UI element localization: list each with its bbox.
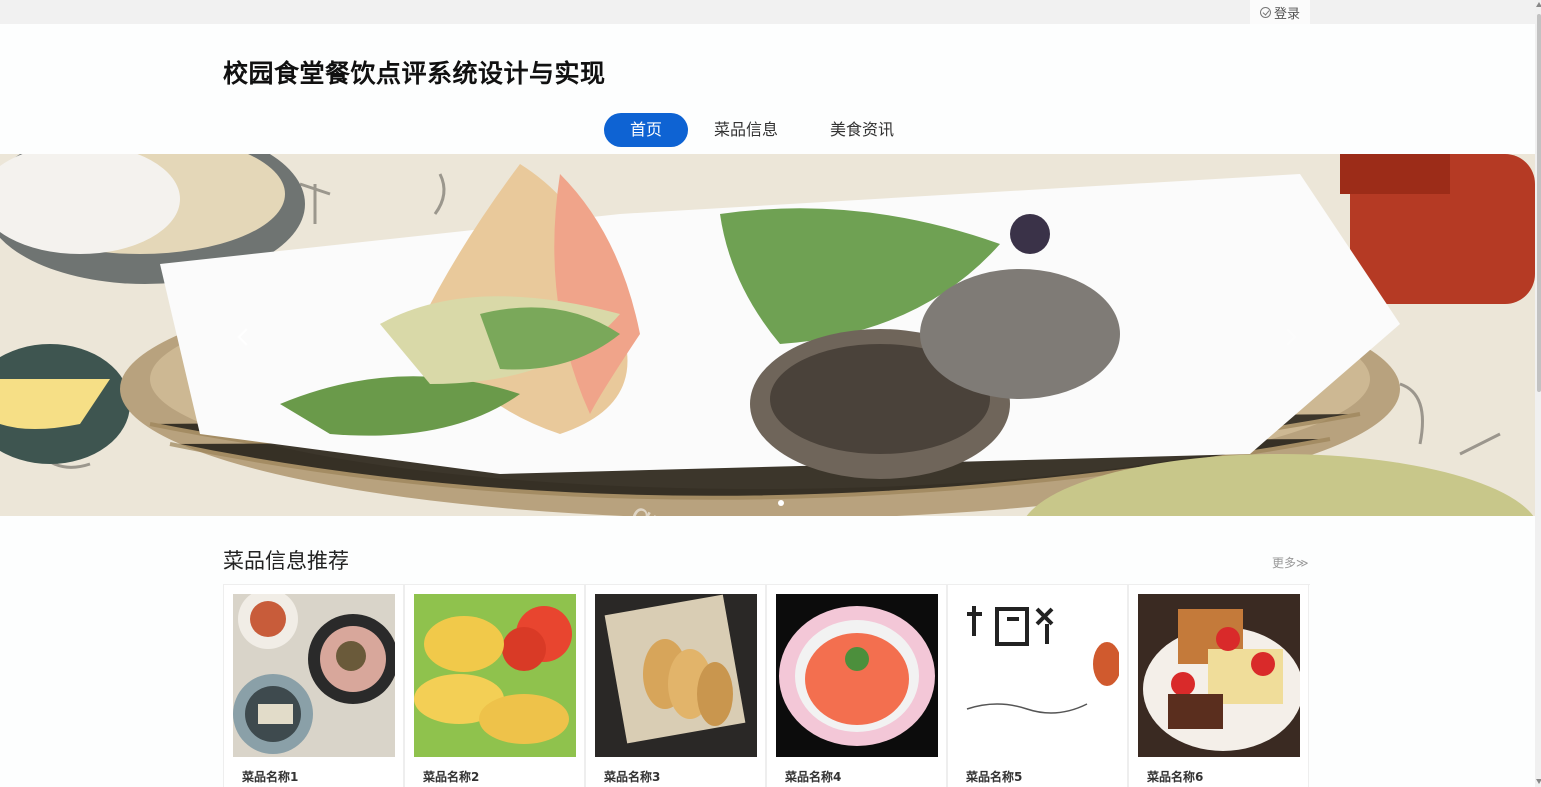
login-label: 登录	[1273, 6, 1300, 22]
main-nav: 首页 菜品信息 美食资讯	[604, 113, 920, 147]
dish-card[interactable]: 菜品名称6	[1128, 585, 1309, 787]
dish-card[interactable]: 菜品名称1	[223, 585, 404, 787]
dish-image	[233, 594, 395, 757]
site-title: 校园食堂餐饮点评系统设计与实现	[223, 59, 606, 88]
dish-card[interactable]: 菜品名称5	[947, 585, 1128, 787]
dish-name: 菜品名称6	[1147, 770, 1204, 784]
carousel-prev-arrow-icon[interactable]	[235, 322, 255, 352]
nav-item-food-news[interactable]: 美食资讯	[804, 113, 920, 147]
dish-image	[414, 594, 576, 757]
dish-name: 菜品名称1	[242, 770, 299, 784]
more-link[interactable]: 更多≫	[1272, 554, 1309, 571]
section-title: 菜品信息推荐	[223, 549, 349, 573]
dish-image	[595, 594, 757, 757]
login-button[interactable]: 登录	[1250, 0, 1310, 24]
carousel-indicator-dot[interactable]	[778, 500, 784, 506]
dish-name: 菜品名称5	[966, 770, 1023, 784]
dish-image	[957, 594, 1119, 757]
banner-carousel[interactable]: gzh 源码乐优	[0, 154, 1535, 516]
banner-image	[0, 154, 1535, 516]
scroll-down-icon[interactable]	[1536, 779, 1541, 784]
scroll-up-icon[interactable]	[1536, 2, 1541, 7]
scrollbar-thumb[interactable]	[1537, 14, 1541, 392]
carousel-next-arrow-icon[interactable]	[1279, 322, 1298, 352]
dish-image	[776, 594, 938, 757]
dish-name: 菜品名称2	[423, 770, 480, 784]
check-circle-icon	[1259, 6, 1271, 18]
dish-card-list: 菜品名称1 菜品名称2 菜品名称3 菜品名称4 菜品名称5 菜品名称6	[223, 584, 1310, 787]
dish-name: 菜品名称3	[604, 770, 661, 784]
dish-name: 菜品名称4	[785, 770, 842, 784]
nav-item-dishes[interactable]: 菜品信息	[688, 113, 804, 147]
dish-card[interactable]: 菜品名称2	[404, 585, 585, 787]
dish-card[interactable]: 菜品名称3	[585, 585, 766, 787]
dish-image	[1138, 594, 1300, 757]
nav-item-home[interactable]: 首页	[604, 113, 689, 147]
dish-card[interactable]: 菜品名称4	[766, 585, 947, 787]
